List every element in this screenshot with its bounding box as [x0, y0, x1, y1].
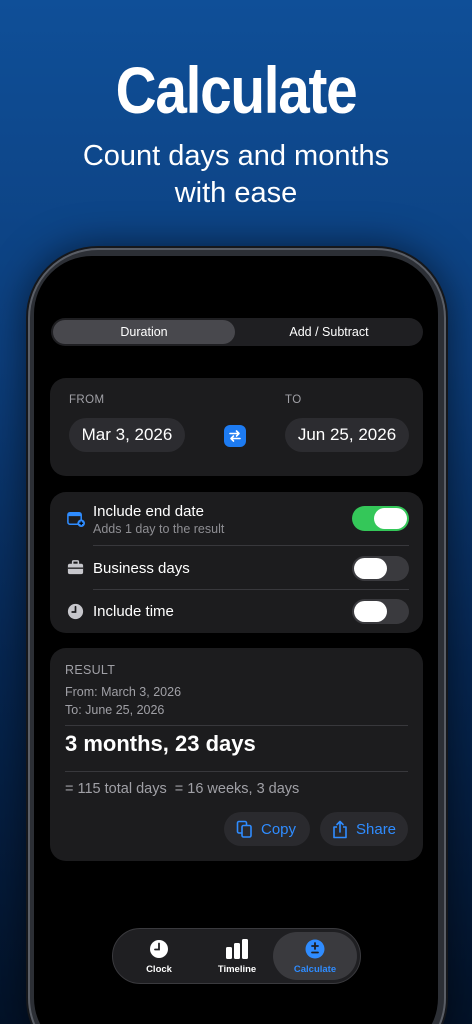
briefcase-icon — [67, 560, 84, 575]
segment-duration[interactable]: Duration — [53, 320, 235, 344]
tab-calculate[interactable]: Calculate — [273, 932, 357, 980]
clock-icon — [67, 603, 84, 620]
toggle-knob — [374, 508, 407, 529]
business-days-toggle[interactable] — [352, 556, 409, 581]
result-summary: = 115 total days = 16 weeks, 3 days — [65, 781, 300, 797]
share-button[interactable]: Share — [320, 812, 408, 846]
plus-minus-icon — [305, 939, 325, 959]
tab-label: Timeline — [217, 964, 257, 975]
from-label: FROM — [69, 394, 105, 406]
clock-icon — [150, 940, 168, 958]
include-end-date-toggle[interactable] — [352, 506, 409, 531]
result-from-line: From: March 3, 2026 — [65, 685, 182, 699]
copy-button[interactable]: Copy — [224, 812, 310, 846]
include-time-toggle[interactable] — [352, 599, 409, 624]
result-main-value: 3 months, 23 days — [65, 731, 256, 756]
promo-title: Calculate — [115, 53, 358, 127]
promo-subtitle: Count days and months with ease — [40, 138, 432, 212]
options-card: Include end date Adds 1 day to the resul… — [50, 492, 423, 633]
share-icon — [333, 820, 347, 838]
promo-subtitle-line-2: with ease — [174, 177, 298, 209]
from-date-picker[interactable]: Mar 3, 2026 — [69, 418, 185, 452]
option-include-time: Include time — [50, 590, 423, 633]
tab-label: Clock — [146, 964, 172, 975]
option-title: Include end date — [93, 503, 204, 520]
divider — [65, 771, 408, 772]
option-include-end-date: Include end date Adds 1 day to the resul… — [50, 492, 423, 546]
copy-icon — [236, 820, 252, 838]
toggle-knob — [354, 601, 387, 622]
app-screen: Duration Add / Subtract FROM TO Mar 3, 2… — [34, 256, 438, 1024]
to-label: TO — [285, 394, 302, 406]
option-title: Include time — [93, 603, 174, 620]
toggle-knob — [354, 558, 387, 579]
bar-chart-icon — [226, 939, 248, 959]
tab-timeline[interactable]: Timeline — [195, 932, 279, 980]
to-date-picker[interactable]: Jun 25, 2026 — [285, 418, 409, 452]
tab-bar: Clock Timeline Calculate — [112, 928, 361, 984]
share-label: Share — [356, 820, 397, 838]
swap-dates-button[interactable] — [224, 425, 246, 447]
result-label: RESULT — [65, 663, 116, 677]
date-range-card: FROM TO Mar 3, 2026 Jun 25, 2026 — [50, 378, 423, 476]
divider — [65, 725, 408, 726]
result-to-line: To: June 25, 2026 — [65, 703, 165, 717]
copy-label: Copy — [261, 820, 297, 838]
tab-label: Calculate — [293, 964, 337, 975]
option-subtitle: Adds 1 day to the result — [93, 522, 225, 536]
swap-arrows-icon — [229, 430, 241, 442]
result-card: RESULT From: March 3, 2026 To: June 25, … — [50, 648, 423, 861]
tab-clock[interactable]: Clock — [117, 932, 201, 980]
mode-segmented-control: Duration Add / Subtract — [51, 318, 423, 346]
option-title: Business days — [93, 560, 190, 577]
calendar-plus-icon — [67, 512, 85, 528]
promo-subtitle-line-1: Count days and months — [82, 140, 390, 172]
option-business-days: Business days — [50, 546, 423, 590]
segment-add-subtract[interactable]: Add / Subtract — [237, 320, 421, 344]
